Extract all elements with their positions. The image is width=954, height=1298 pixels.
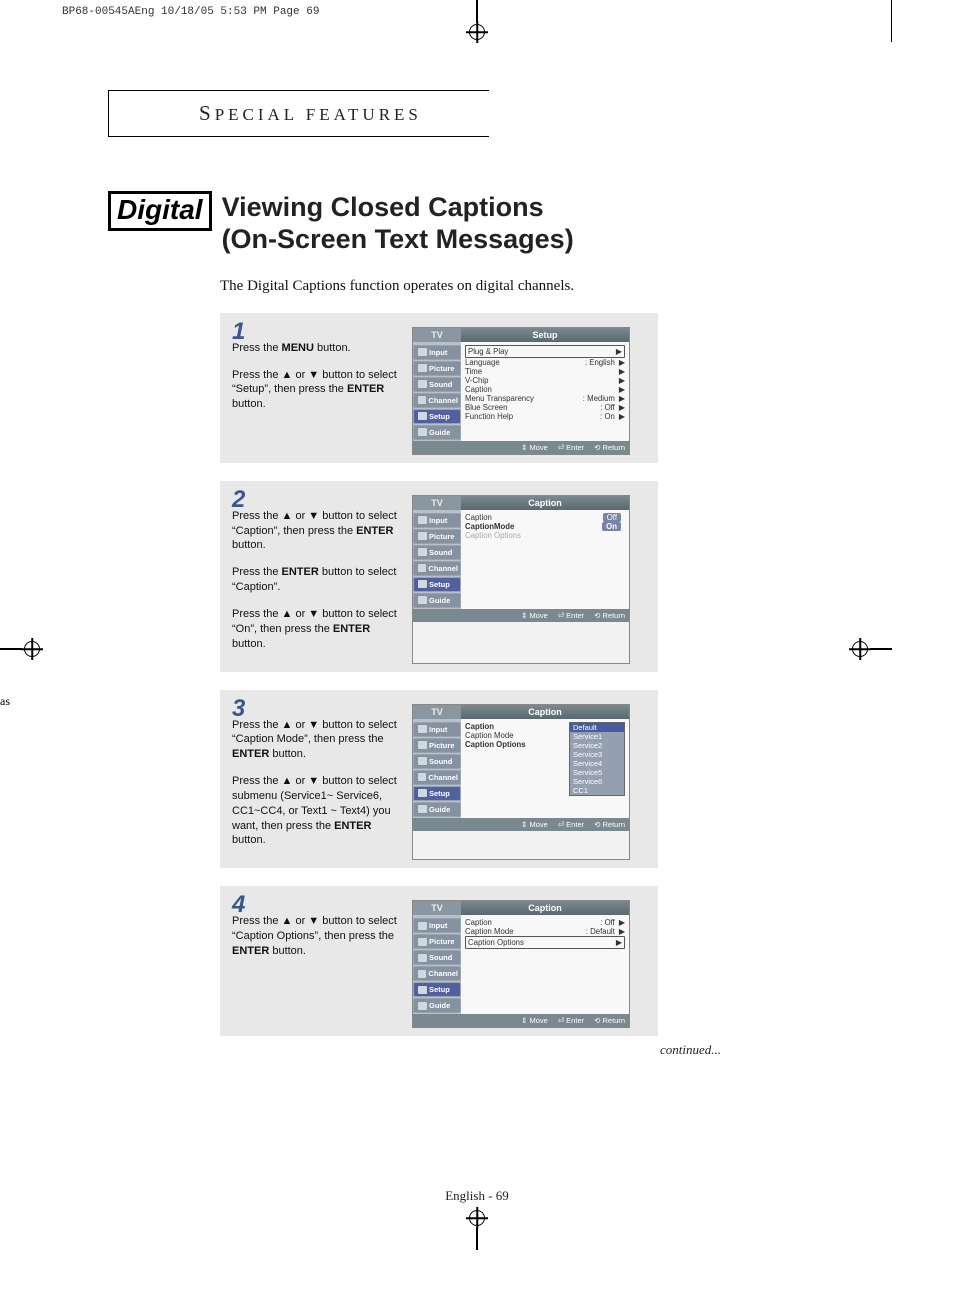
step-text: 1 Press the MENU button.Press the ▲ or ▼… — [232, 323, 400, 455]
osd-side-setup: Setup — [413, 409, 461, 424]
osd-row: Caption Options▶ — [465, 936, 625, 949]
osd-side-input: Input — [413, 345, 461, 360]
osd-screenshot: TV Caption InputPictureSoundChannelSetup… — [412, 495, 630, 664]
step-number: 4 — [232, 896, 400, 914]
osd-side-input: Input — [413, 722, 461, 737]
osd-side-input: Input — [413, 918, 461, 933]
crop-mark-bottom — [469, 1210, 485, 1250]
osd-tv-label: TV — [413, 705, 461, 719]
step-block-4: 4 Press the ▲ or ▼ button to select “Cap… — [220, 886, 658, 1036]
osd-side-channel: Channel — [413, 770, 461, 785]
osd-side-sound: Sound — [413, 754, 461, 769]
osd-sidebar: InputPictureSoundChannelSetupGuide — [413, 342, 461, 441]
crop-mark — [891, 0, 893, 42]
crop-mark-right — [852, 641, 892, 657]
osd-side-picture: Picture — [413, 738, 461, 753]
osd-side-setup: Setup — [413, 786, 461, 801]
osd-row: Caption: Off▶ — [465, 918, 625, 927]
lead-text: The Digital Captions function operates o… — [220, 278, 740, 295]
osd-side-channel: Channel — [413, 393, 461, 408]
osd-row: Menu Transparency: Medium▶ — [465, 394, 625, 403]
osd-row: Caption Options — [465, 531, 625, 540]
osd-sidebar: InputPictureSoundChannelSetupGuide — [413, 719, 461, 818]
osd-main: Caption: Off▶Caption Mode: Default▶Capti… — [461, 915, 629, 1014]
print-header: BP68-00545AEng 10/18/05 5:53 PM Page 69 — [62, 6, 319, 18]
step-number: 1 — [232, 323, 400, 341]
osd-side-guide: Guide — [413, 998, 461, 1013]
osd-side-setup: Setup — [413, 577, 461, 592]
osd-screenshot: TV Caption InputPictureSoundChannelSetup… — [412, 900, 630, 1028]
osd-side-guide: Guide — [413, 802, 461, 817]
crop-mark-left — [0, 641, 40, 657]
osd-row: Caption Mode: Default▶ — [465, 927, 625, 936]
step-block-2: 2 Press the ▲ or ▼ button to select “Cap… — [220, 481, 658, 672]
osd-row: Plug & Play▶ — [465, 345, 625, 358]
osd-side-sound: Sound — [413, 545, 461, 560]
crop-mark-top — [469, 0, 485, 40]
osd-tv-label: TV — [413, 901, 461, 915]
osd-side-sound: Sound — [413, 950, 461, 965]
osd-side-guide: Guide — [413, 593, 461, 608]
osd-row: Time▶ — [465, 367, 625, 376]
continued-text: continued... — [660, 1042, 721, 1058]
osd-sidebar: InputPictureSoundChannelSetupGuide — [413, 510, 461, 609]
osd-sidebar: InputPictureSoundChannelSetupGuide — [413, 915, 461, 1014]
osd-row: V-Chip▶ — [465, 376, 625, 385]
osd-footer: ⇕ Move⏎ Enter⟲ Return — [413, 441, 629, 454]
osd-row: Caption▶ — [465, 385, 625, 394]
osd-side-picture: Picture — [413, 361, 461, 376]
osd-screenshot: TV Setup InputPictureSoundChannelSetupGu… — [412, 327, 630, 455]
title-row: Digital Viewing Closed Captions (On-Scre… — [108, 191, 740, 256]
osd-side-input: Input — [413, 513, 461, 528]
osd-main: Caption:Caption Mode:Caption OptionsDefa… — [461, 719, 629, 818]
osd-title: Caption — [461, 705, 629, 719]
osd-main: CaptionOffCaptionModeOnCaption Options — [461, 510, 629, 609]
osd-side-channel: Channel — [413, 561, 461, 576]
osd-tv-label: TV — [413, 328, 461, 342]
digital-tag: Digital — [108, 191, 212, 231]
osd-side-picture: Picture — [413, 529, 461, 544]
osd-side-guide: Guide — [413, 425, 461, 440]
osd-side-sound: Sound — [413, 377, 461, 392]
osd-row: Blue Screen: Off▶ — [465, 403, 625, 412]
osd-screenshot: TV Caption InputPictureSoundChannelSetup… — [412, 704, 630, 861]
section-title: SPECIAL FEATURES — [108, 90, 489, 137]
osd-footer: ⇕ Move⏎ Enter⟲ Return — [413, 609, 629, 622]
osd-footer: ⇕ Move⏎ Enter⟲ Return — [413, 1014, 629, 1027]
osd-title: Caption — [461, 496, 629, 510]
main-title: Viewing Closed Captions (On-Screen Text … — [222, 191, 574, 256]
step-block-1: 1 Press the MENU button.Press the ▲ or ▼… — [220, 313, 658, 463]
step-number: 3 — [232, 700, 400, 718]
page-number: English - 69 — [445, 1188, 509, 1204]
osd-side-picture: Picture — [413, 934, 461, 949]
osd-footer: ⇕ Move⏎ Enter⟲ Return — [413, 818, 629, 831]
osd-row: CaptionModeOn — [465, 522, 625, 531]
step-block-3: 3 Press the ▲ or ▼ button to select “Cap… — [220, 690, 658, 869]
osd-side-channel: Channel — [413, 966, 461, 981]
step-text: 3 Press the ▲ or ▼ button to select “Cap… — [232, 700, 400, 861]
osd-main: Plug & Play▶Language: English▶Time▶V-Chi… — [461, 342, 629, 441]
osd-row: Language: English▶ — [465, 358, 625, 367]
osd-dropdown: DefaultService1Service2Service3Service4S… — [569, 722, 625, 796]
osd-row: CaptionOff — [465, 513, 625, 522]
osd-row: Function Help: On▶ — [465, 412, 625, 421]
osd-side-setup: Setup — [413, 982, 461, 997]
osd-tv-label: TV — [413, 496, 461, 510]
osd-title: Setup — [461, 328, 629, 342]
step-text: 4 Press the ▲ or ▼ button to select “Cap… — [232, 896, 400, 1028]
step-text: 2 Press the ▲ or ▼ button to select “Cap… — [232, 491, 400, 664]
page-content: SPECIAL FEATURES Digital Viewing Closed … — [108, 90, 740, 1036]
osd-title: Caption — [461, 901, 629, 915]
stray-text: as — [0, 694, 10, 709]
step-number: 2 — [232, 491, 400, 509]
